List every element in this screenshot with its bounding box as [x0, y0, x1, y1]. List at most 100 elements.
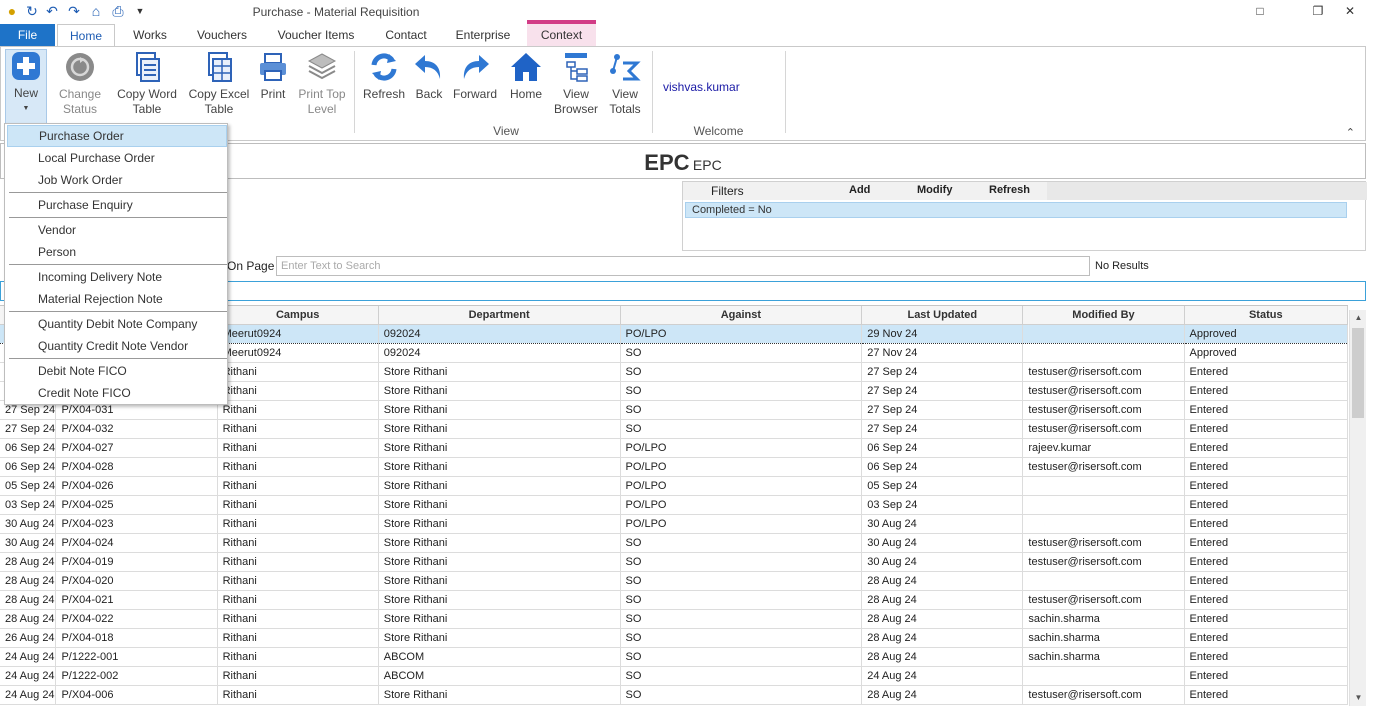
table-cell: 27 Nov 24 — [861, 343, 1024, 363]
filter-modify-button[interactable]: Modify — [917, 184, 952, 196]
table-row[interactable]: 30 Aug 24 P/X04-024 Rithani Store Rithani SO… — [0, 533, 1348, 553]
column-header[interactable]: Modified By — [1022, 306, 1185, 325]
table-cell: Rithani — [217, 647, 379, 667]
menu-item-credit-note-fico[interactable]: Credit Note FICO — [7, 382, 227, 404]
vertical-scrollbar[interactable]: ▲ ▼ — [1349, 310, 1366, 706]
filter-add-button[interactable]: Add — [849, 184, 870, 196]
table-row[interactable]: 03 Sep 24 P/X04-025 Rithani Store Rithani PO… — [0, 495, 1348, 515]
tab-home[interactable]: Home — [57, 24, 115, 47]
table-cell: 29 Nov 24 — [861, 323, 1024, 344]
new-button[interactable]: New ▼ — [5, 49, 47, 125]
menu-item-person[interactable]: Person — [7, 241, 227, 263]
table-row[interactable]: 26 Aug 24 P/X04-018 Rithani Store Rithani SO… — [0, 628, 1348, 648]
table-cell: 28 Aug 24 — [0, 571, 57, 591]
close-icon[interactable]: ✕ — [1338, 2, 1362, 20]
back-button[interactable]: Back — [411, 51, 447, 102]
table-row[interactable]: 30 Aug 24 P/X04-023 Rithani Store Rithani PO… — [0, 514, 1348, 534]
table-row[interactable]: 28 Aug 24 P/X04-021 Rithani Store Rithani SO… — [0, 590, 1348, 610]
table-cell: Store Rithani — [378, 400, 621, 420]
scroll-up-icon[interactable]: ▲ — [1350, 310, 1367, 326]
print-button[interactable]: Print — [255, 51, 291, 102]
table-cell: 28 Aug 24 — [861, 685, 1024, 705]
column-header[interactable]: Status — [1184, 306, 1348, 325]
tab-vouchers[interactable]: Vouchers — [186, 24, 258, 46]
copy-excel-table-button[interactable]: Copy Excel Table — [187, 51, 251, 117]
menu-item-quantity-debit-note-company[interactable]: Quantity Debit Note Company — [7, 313, 227, 335]
table-cell: testuser@risersoft.com — [1022, 590, 1185, 610]
menu-item-job-work-order[interactable]: Job Work Order — [7, 169, 227, 191]
new-dropdown-menu: Purchase Order Local Purchase Order Job … — [4, 123, 228, 405]
column-header[interactable]: Department — [378, 306, 621, 325]
menu-item-debit-note-fico[interactable]: Debit Note FICO — [7, 360, 227, 382]
forward-button[interactable]: Forward — [451, 51, 499, 102]
table-row[interactable]: 28 Aug 24 P/X04-022 Rithani Store Rithani SO… — [0, 609, 1348, 629]
menu-item-purchase-order[interactable]: Purchase Order — [7, 125, 227, 147]
tab-contact[interactable]: Contact — [374, 24, 438, 46]
table-cell: SO — [620, 571, 863, 591]
tab-voucher-items[interactable]: Voucher Items — [266, 24, 366, 46]
menu-item-local-purchase-order[interactable]: Local Purchase Order — [7, 147, 227, 169]
tab-file[interactable]: File — [0, 24, 55, 46]
table-row[interactable]: 24 Aug 24 P/1222-001 Rithani ABCOM SO 28 Aug … — [0, 647, 1348, 667]
table-row[interactable]: 28 Aug 24 P/X04-019 Rithani Store Rithani SO… — [0, 552, 1348, 572]
restore-ribbon-icon[interactable]: □ — [1248, 2, 1272, 20]
view-totals-button[interactable]: View Totals — [605, 51, 645, 117]
table-cell: Approved — [1184, 323, 1348, 344]
table-cell: 28 Aug 24 — [861, 571, 1024, 591]
change-status-button[interactable]: Change Status — [55, 51, 105, 117]
table-cell: 24 Aug 24 — [0, 666, 57, 686]
table-cell: Store Rithani — [378, 685, 621, 705]
refresh-button[interactable]: Refresh — [361, 51, 407, 102]
forward-icon — [463, 55, 489, 79]
filter-refresh-button[interactable]: Refresh — [989, 184, 1030, 196]
search-result-text: No Results — [1095, 260, 1149, 272]
table-cell: SO — [620, 609, 863, 629]
table-row[interactable]: 05 Sep 24 P/X04-026 Rithani Store Rithani PO… — [0, 476, 1348, 496]
maximize-icon[interactable]: ❐ — [1306, 2, 1330, 20]
table-cell: SO — [620, 552, 863, 572]
print-top-level-button[interactable]: Print Top Level — [295, 51, 349, 117]
column-header[interactable]: Last Updated — [861, 306, 1024, 325]
home-button[interactable]: Home — [505, 51, 547, 102]
filter-item[interactable]: Completed = No — [685, 202, 1347, 218]
table-cell: ABCOM — [378, 647, 621, 667]
tab-works[interactable]: Works — [120, 24, 180, 46]
menu-item-purchase-enquiry[interactable]: Purchase Enquiry — [7, 194, 227, 216]
tab-enterprise[interactable]: Enterprise — [446, 24, 520, 46]
table-row[interactable]: 24 Aug 24 P/1222-002 Rithani ABCOM SO 24 Aug … — [0, 666, 1348, 686]
menu-item-quantity-credit-note-vendor[interactable]: Quantity Credit Note Vendor — [7, 335, 227, 357]
column-header[interactable]: Against — [620, 306, 863, 325]
scroll-thumb[interactable] — [1352, 328, 1364, 418]
collapse-ribbon-icon[interactable]: ⌃ — [1346, 126, 1355, 139]
copy-word-table-button[interactable]: Copy Word Table — [113, 51, 181, 117]
table-cell: Entered — [1184, 476, 1348, 496]
view-group-label: View — [493, 124, 519, 138]
table-cell: Store Rithani — [378, 438, 621, 458]
scroll-down-icon[interactable]: ▼ — [1350, 690, 1367, 706]
table-cell: PO/LPO — [620, 457, 863, 477]
menu-item-vendor[interactable]: Vendor — [7, 219, 227, 241]
column-header[interactable]: Campus — [217, 306, 379, 325]
table-row[interactable]: 06 Sep 24 P/X04-028 Rithani Store Rithani PO… — [0, 457, 1348, 477]
view-browser-button[interactable]: View Browser — [551, 51, 601, 117]
table-cell: SO — [620, 533, 863, 553]
view-browser-icon — [565, 53, 588, 82]
table-cell — [1022, 571, 1185, 591]
table-cell: 24 Aug 24 — [0, 647, 57, 667]
menu-item-material-rejection-note[interactable]: Material Rejection Note — [7, 288, 227, 310]
menu-item-incoming-delivery-note[interactable]: Incoming Delivery Note — [7, 266, 227, 288]
table-row[interactable]: 27 Sep 24 P/X04-032 Rithani Store Rithani SO… — [0, 419, 1348, 439]
table-row[interactable]: 28 Aug 24 P/X04-020 Rithani Store Rithani SO… — [0, 571, 1348, 591]
tab-context[interactable]: Context — [527, 20, 596, 46]
table-cell: PO/LPO — [620, 495, 863, 515]
table-cell: Rithani — [217, 381, 379, 401]
table-cell: Entered — [1184, 647, 1348, 667]
table-cell: Store Rithani — [378, 362, 621, 382]
welcome-user-link[interactable]: vishvas.kumar — [663, 80, 740, 94]
table-row[interactable]: 24 Aug 24 P/X04-006 Rithani Store Rithani SO… — [0, 685, 1348, 705]
search-input[interactable] — [276, 256, 1090, 276]
table-cell: P/X04-032 — [55, 419, 218, 439]
table-cell: Entered — [1184, 400, 1348, 420]
table-row[interactable]: 06 Sep 24 P/X04-027 Rithani Store Rithani PO… — [0, 438, 1348, 458]
table-cell: 092024 — [378, 323, 621, 344]
